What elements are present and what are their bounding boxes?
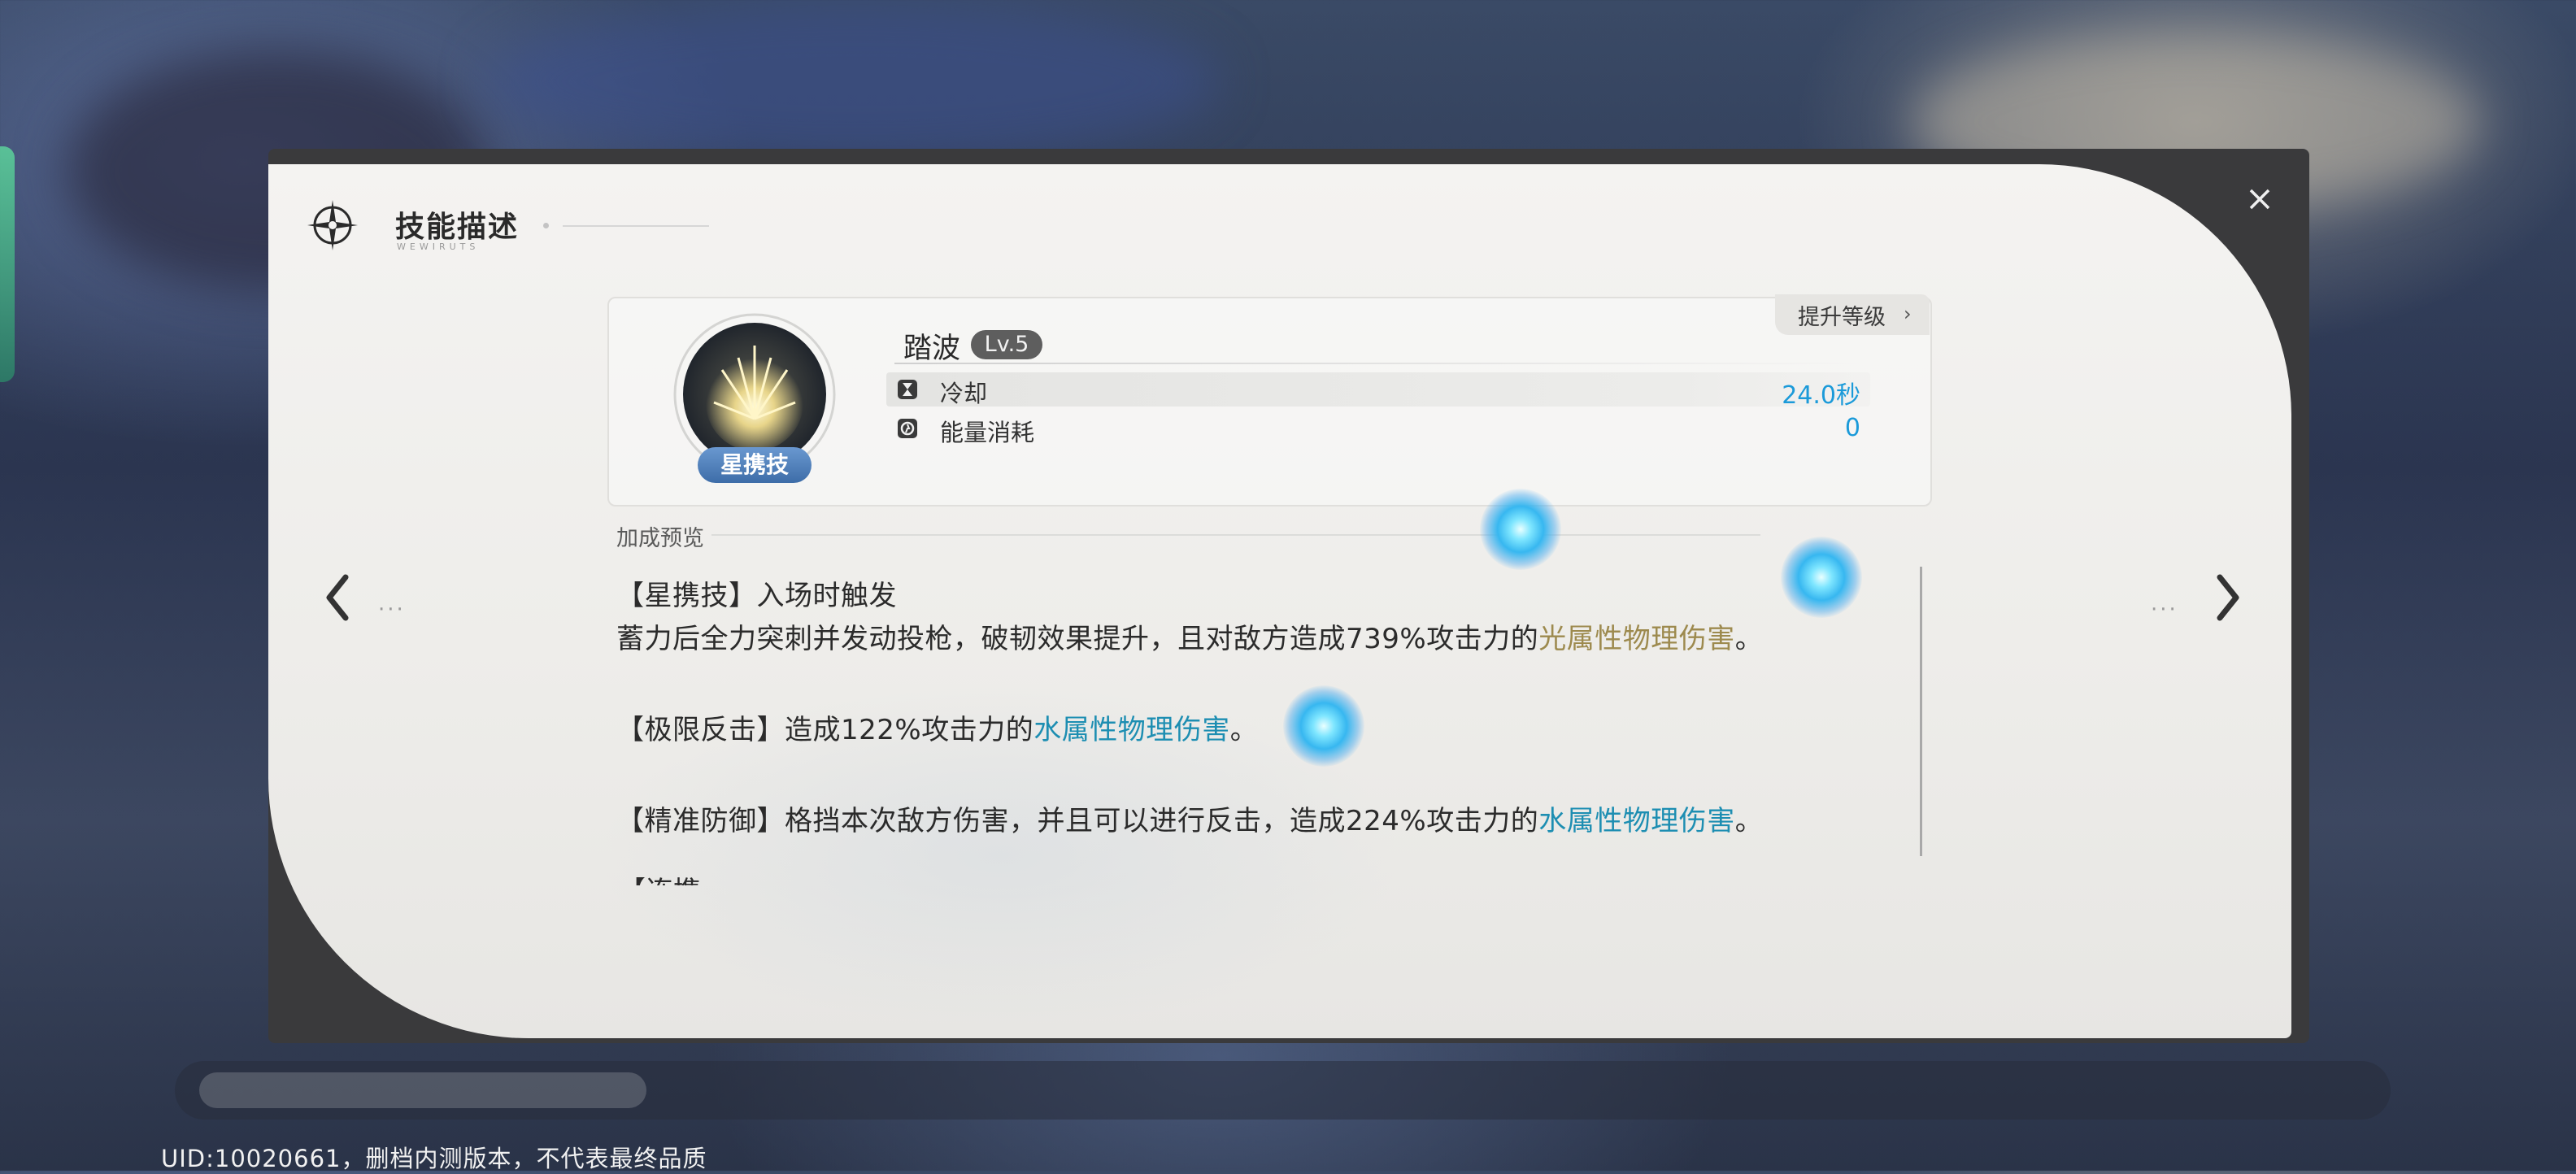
stat-value: 24.0秒 (1782, 381, 1860, 410)
bottom-bar (175, 1061, 2391, 1120)
water-damage-keyword: 水属性物理伤害 (1538, 805, 1735, 837)
upgrade-label: 提升等级 (1798, 305, 1886, 330)
skill-name-divider (894, 363, 1862, 364)
glowing-orb (1480, 489, 1561, 570)
description-line: 蓄力后全力突刺并发动投枪，破韧效果提升，且对敌方造成739%攻击力的光属性物理伤… (616, 616, 1763, 656)
chevron-right-icon (2217, 574, 2239, 621)
description-text: 【极限反击】造成122%攻击力的 (616, 714, 1034, 746)
description-scrollbar[interactable] (1920, 567, 1922, 856)
uid-watermark: UID:10020661，删档内测版本，不代表最终品质 (161, 1145, 707, 1172)
previous-skill-button[interactable] (321, 569, 386, 626)
skill-type-badge: 星携技 (698, 447, 812, 483)
close-button[interactable] (2241, 180, 2278, 218)
description-text: 。 (1734, 623, 1764, 655)
glowing-orb (1781, 537, 1862, 618)
dialog-subtitle: WEWIRUTS (397, 241, 480, 252)
stat-label: 冷却 (940, 380, 988, 407)
dialog-title: 技能描述 (395, 211, 520, 244)
bonus-preview-label: 加成预览 (616, 526, 704, 551)
description-text: 。 (1229, 714, 1259, 746)
upgrade-level-button[interactable]: 提升等级 › (1775, 294, 1930, 335)
description-line: 【极限反击】造成122%攻击力的水属性物理伤害。 (616, 707, 1258, 747)
background-blur (488, 0, 1220, 163)
chevron-left-icon (326, 574, 349, 621)
description-text: 蓄力后全力突刺并发动投枪，破韧效果提升，且对敌方造成739%攻击力的 (616, 623, 1539, 655)
chevron-right-icon: › (1904, 302, 1912, 325)
description-text: 。 (1734, 805, 1764, 837)
bottom-bar-pill (199, 1072, 646, 1108)
stat-row-energy: 能量消耗 0 (886, 411, 1870, 446)
bonus-preview-divider (711, 534, 1760, 536)
stat-value: 0 (1844, 414, 1860, 442)
stat-row-cooldown: 冷却 24.0秒 (886, 372, 1870, 410)
close-icon (2249, 189, 2270, 210)
description-line: 【星携技】入场时触发 (616, 580, 897, 612)
stat-label: 能量消耗 (940, 419, 1035, 446)
glowing-orb (1283, 685, 1364, 767)
skill-name: 踏波 (903, 333, 961, 365)
next-skill-button[interactable] (2147, 569, 2239, 626)
description-line: 【精准防御】格挡本次敌方伤害，并且可以进行反击，造成224%攻击力的水属性物理伤… (616, 798, 1763, 838)
side-indicator (0, 146, 15, 382)
description-text: 【精准防御】格挡本次敌方伤害，并且可以进行反击，造成224%攻击力的 (616, 805, 1539, 837)
compass-star-icon (307, 200, 358, 250)
skill-level-tag: Lv.5 (971, 330, 1042, 359)
hourglass-icon (898, 380, 917, 399)
title-divider (563, 225, 709, 227)
description-line-clipped: 【连携 (618, 874, 716, 885)
nav-dots-left: ··· (378, 598, 406, 622)
title-dot (543, 223, 549, 228)
water-damage-keyword: 水属性物理伤害 (1033, 714, 1230, 746)
skill-dialog (268, 164, 2291, 1038)
energy-icon (898, 419, 917, 438)
light-damage-keyword: 光属性物理伤害 (1538, 623, 1735, 655)
